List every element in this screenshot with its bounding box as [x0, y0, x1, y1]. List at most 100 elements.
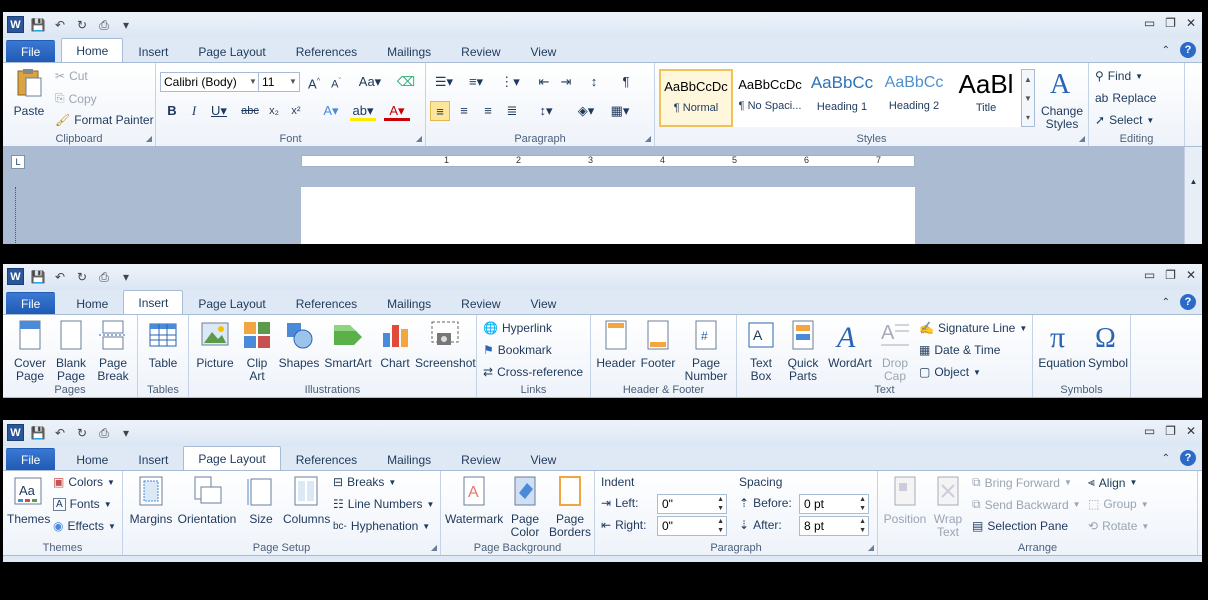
dialog-launcher-icon[interactable]: ◢: [1079, 134, 1085, 143]
font-name-combo[interactable]: Calibri (Body) ▼: [160, 72, 260, 92]
tab-page-layout[interactable]: Page Layout: [183, 446, 281, 470]
numbering-icon[interactable]: ≡▾: [462, 72, 490, 92]
font-size-combo[interactable]: 11 ▼: [258, 72, 300, 92]
rotate-button[interactable]: ⟲ Rotate ▼: [1088, 519, 1149, 533]
object-button[interactable]: ▢ Object ▼: [919, 365, 981, 379]
tab-file[interactable]: File: [6, 40, 56, 62]
tab-references[interactable]: References: [281, 448, 372, 470]
tab-insert[interactable]: Insert: [123, 40, 183, 62]
subscript-icon[interactable]: x₂: [264, 101, 284, 121]
tab-review[interactable]: Review: [446, 292, 515, 314]
text-box-button[interactable]: A Text Box: [741, 319, 781, 383]
footer-button[interactable]: Footer: [637, 319, 679, 370]
clip-art-button[interactable]: Clip Art: [239, 319, 275, 383]
tab-home[interactable]: Home: [61, 38, 124, 62]
colors-button[interactable]: ▣ Colors ▼: [53, 475, 115, 489]
save-icon[interactable]: 💾: [30, 425, 46, 441]
margins-button[interactable]: Margins: [127, 475, 175, 526]
close-icon[interactable]: ✕: [1186, 424, 1196, 438]
spinner-arrows-icon[interactable]: ▲ ▼: [859, 517, 866, 535]
line-spacing-icon[interactable]: ↕▾: [532, 101, 560, 121]
document-page[interactable]: [301, 187, 915, 244]
tab-file[interactable]: File: [6, 292, 56, 314]
show-formatting-icon[interactable]: ¶: [616, 72, 636, 92]
tab-review[interactable]: Review: [446, 448, 515, 470]
replace-button[interactable]: ab Replace: [1095, 91, 1156, 105]
line-numbers-button[interactable]: ☷ Line Numbers ▼: [333, 497, 434, 511]
style-heading-1[interactable]: AaBbCc Heading 1: [805, 69, 879, 127]
cut-button[interactable]: ✂ Cut: [55, 69, 88, 83]
save-icon[interactable]: 💾: [30, 269, 46, 285]
restore-icon[interactable]: ❐: [1165, 16, 1176, 30]
indent-right-spinner[interactable]: 0" ▲ ▼: [657, 516, 727, 536]
spacing-before-spinner[interactable]: 0 pt ▲ ▼: [799, 494, 869, 514]
chart-button[interactable]: Chart: [375, 319, 415, 370]
strikethrough-icon[interactable]: abc: [238, 101, 262, 121]
minimize-icon[interactable]: ▭: [1144, 268, 1155, 282]
justify-icon[interactable]: ≣: [502, 101, 522, 121]
font-color-icon[interactable]: A▾: [384, 101, 410, 121]
tab-page-layout[interactable]: Page Layout: [183, 40, 280, 62]
drop-cap-button[interactable]: A Drop Cap: [875, 319, 915, 383]
redo-icon[interactable]: ↻: [74, 17, 90, 33]
minimize-ribbon-icon[interactable]: ⌃: [1162, 45, 1170, 56]
breaks-button[interactable]: ⊟ Breaks ▼: [333, 475, 396, 489]
position-button[interactable]: Position: [882, 475, 928, 526]
tab-view[interactable]: View: [516, 448, 572, 470]
hyperlink-button[interactable]: 🌐 Hyperlink: [483, 321, 552, 335]
page-number-button[interactable]: # Page Number: [679, 319, 733, 383]
vertical-scrollbar[interactable]: ▲: [1184, 147, 1202, 244]
paste-button[interactable]: Paste: [9, 67, 49, 118]
bring-forward-button[interactable]: ⧉ Bring Forward ▼: [972, 475, 1072, 490]
shapes-button[interactable]: Shapes: [277, 319, 321, 370]
close-icon[interactable]: ✕: [1186, 16, 1196, 30]
clear-formatting-icon[interactable]: ⌫: [396, 72, 416, 92]
minimize-icon[interactable]: ▭: [1144, 424, 1155, 438]
bold-icon[interactable]: B: [162, 101, 182, 121]
word-logo-icon[interactable]: W: [7, 268, 24, 285]
customize-qat-icon[interactable]: ▾: [118, 269, 134, 285]
scroll-up-icon[interactable]: ▲: [1185, 177, 1202, 186]
bullets-icon[interactable]: ☰▾: [430, 72, 458, 92]
tab-home[interactable]: Home: [61, 448, 123, 470]
tab-review[interactable]: Review: [446, 40, 515, 62]
watermark-button[interactable]: A Watermark: [445, 475, 503, 526]
find-button[interactable]: ⚲ Find ▼: [1095, 69, 1143, 83]
print-icon[interactable]: ⎙: [96, 269, 112, 285]
help-icon[interactable]: ?: [1180, 42, 1196, 58]
print-icon[interactable]: ⎙: [96, 425, 112, 441]
restore-icon[interactable]: ❐: [1165, 268, 1176, 282]
dialog-launcher-icon[interactable]: ◢: [431, 543, 437, 552]
align-button[interactable]: ⫷ Align ▼: [1088, 475, 1137, 490]
wrap-text-button[interactable]: Wrap Text: [928, 475, 968, 539]
tab-mailings[interactable]: Mailings: [372, 40, 446, 62]
size-button[interactable]: Size: [241, 475, 281, 526]
bookmark-button[interactable]: ⚑ Bookmark: [483, 343, 552, 357]
redo-icon[interactable]: ↻: [74, 425, 90, 441]
wordart-button[interactable]: A WordArt: [825, 319, 875, 370]
send-backward-button[interactable]: ⧉ Send Backward ▼: [972, 497, 1081, 512]
multilevel-list-icon[interactable]: ⋮▾: [496, 72, 524, 92]
copy-button[interactable]: ⎘ Copy: [55, 91, 97, 106]
smartart-button[interactable]: SmartArt: [323, 319, 373, 370]
orientation-button[interactable]: Orientation: [175, 475, 239, 526]
word-logo-icon[interactable]: W: [7, 16, 24, 33]
increase-indent-icon[interactable]: ⇥: [556, 72, 576, 92]
tab-selector-icon[interactable]: L: [11, 155, 25, 169]
close-icon[interactable]: ✕: [1186, 268, 1196, 282]
style-normal[interactable]: AaBbCcDc ¶ Normal: [659, 69, 733, 127]
header-button[interactable]: Header: [595, 319, 637, 370]
italic-icon[interactable]: I: [184, 101, 204, 121]
tab-mailings[interactable]: Mailings: [372, 448, 446, 470]
align-center-icon[interactable]: ≡: [454, 101, 474, 121]
undo-icon[interactable]: ↶: [52, 425, 68, 441]
style-heading-2[interactable]: AaBbCc Heading 2: [877, 69, 951, 127]
blank-page-button[interactable]: Blank Page: [51, 319, 91, 383]
equation-button[interactable]: π Equation: [1037, 319, 1087, 370]
minimize-ribbon-icon[interactable]: ⌃: [1162, 453, 1170, 464]
table-button[interactable]: Table: [142, 319, 184, 370]
page-borders-button[interactable]: Page Borders: [547, 475, 593, 539]
styles-gallery-scroll[interactable]: ▲ ▼ ▾: [1021, 69, 1035, 127]
columns-button[interactable]: Columns: [283, 475, 330, 526]
print-icon[interactable]: ⎙: [96, 17, 112, 33]
